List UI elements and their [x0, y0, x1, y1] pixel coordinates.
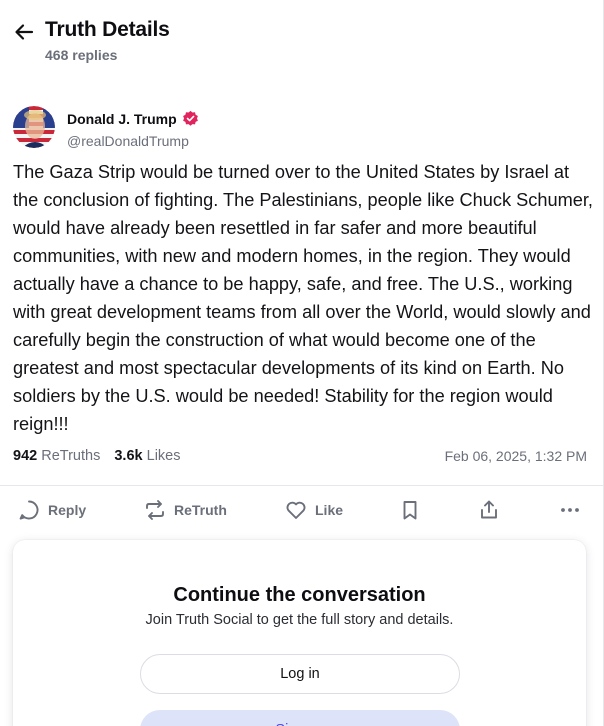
verified-badge-icon: [182, 110, 198, 126]
retruth-icon: [146, 500, 164, 520]
retruth-label: ReTruth: [174, 502, 227, 518]
likes-count: 3.6k: [114, 448, 143, 464]
author-name[interactable]: Donald J. Trump: [67, 110, 199, 127]
signup-button[interactable]: Sign up: [140, 710, 460, 726]
truth-details-page: Truth Details 468 replies Donald J. Trum…: [0, 0, 604, 726]
likes-stat[interactable]: 3.6k Likes: [114, 448, 180, 464]
page-title: Truth Details: [45, 18, 170, 41]
author-handle[interactable]: @realDonaldTrump: [67, 133, 189, 149]
bookmark-button[interactable]: [399, 496, 421, 524]
post-stats: 942 ReTruths 3.6k Likes Feb 06, 2025, 1:…: [13, 448, 587, 468]
reply-count: 468 replies: [45, 47, 118, 63]
like-button[interactable]: Like: [285, 496, 343, 524]
more-horizontal-icon: [561, 508, 579, 512]
post-date: Feb 06, 2025, 1:32 PM: [444, 448, 587, 464]
retruths-count: 942: [13, 448, 38, 464]
avatar-image: [13, 106, 55, 148]
page-header: Truth Details 468 replies: [0, 0, 603, 80]
divider: [0, 485, 603, 486]
likes-label: Likes: [146, 448, 181, 464]
bookmark-icon: [403, 501, 417, 520]
author-name-text: Donald J. Trump: [67, 110, 177, 127]
cta-subtitle: Join Truth Social to get the full story …: [145, 612, 454, 628]
login-button[interactable]: Log in: [140, 654, 460, 694]
heart-icon: [286, 501, 306, 519]
reply-button[interactable]: Reply: [18, 496, 86, 524]
reply-icon: [19, 500, 39, 520]
reply-label: Reply: [48, 502, 87, 518]
share-button[interactable]: [478, 496, 500, 524]
post-text: The Gaza Strip would be turned over to t…: [13, 162, 593, 434]
avatar[interactable]: [13, 106, 55, 148]
arrow-left-icon: [15, 24, 34, 40]
post-author: Donald J. Trump @realDonaldTrump: [13, 106, 413, 150]
back-button[interactable]: [12, 20, 36, 44]
action-bar: Reply ReTruth Like: [0, 496, 603, 526]
more-options-button[interactable]: [559, 496, 581, 524]
share-icon: [481, 500, 497, 519]
cta-title: Continue the conversation: [173, 584, 426, 606]
like-label: Like: [315, 502, 344, 518]
retruths-label: ReTruths: [41, 448, 101, 464]
retruths-stat[interactable]: 942 ReTruths: [13, 448, 100, 464]
signup-prompt-card: Continue the conversation Join Truth Soc…: [13, 540, 586, 726]
retruth-button[interactable]: ReTruth: [144, 496, 227, 524]
